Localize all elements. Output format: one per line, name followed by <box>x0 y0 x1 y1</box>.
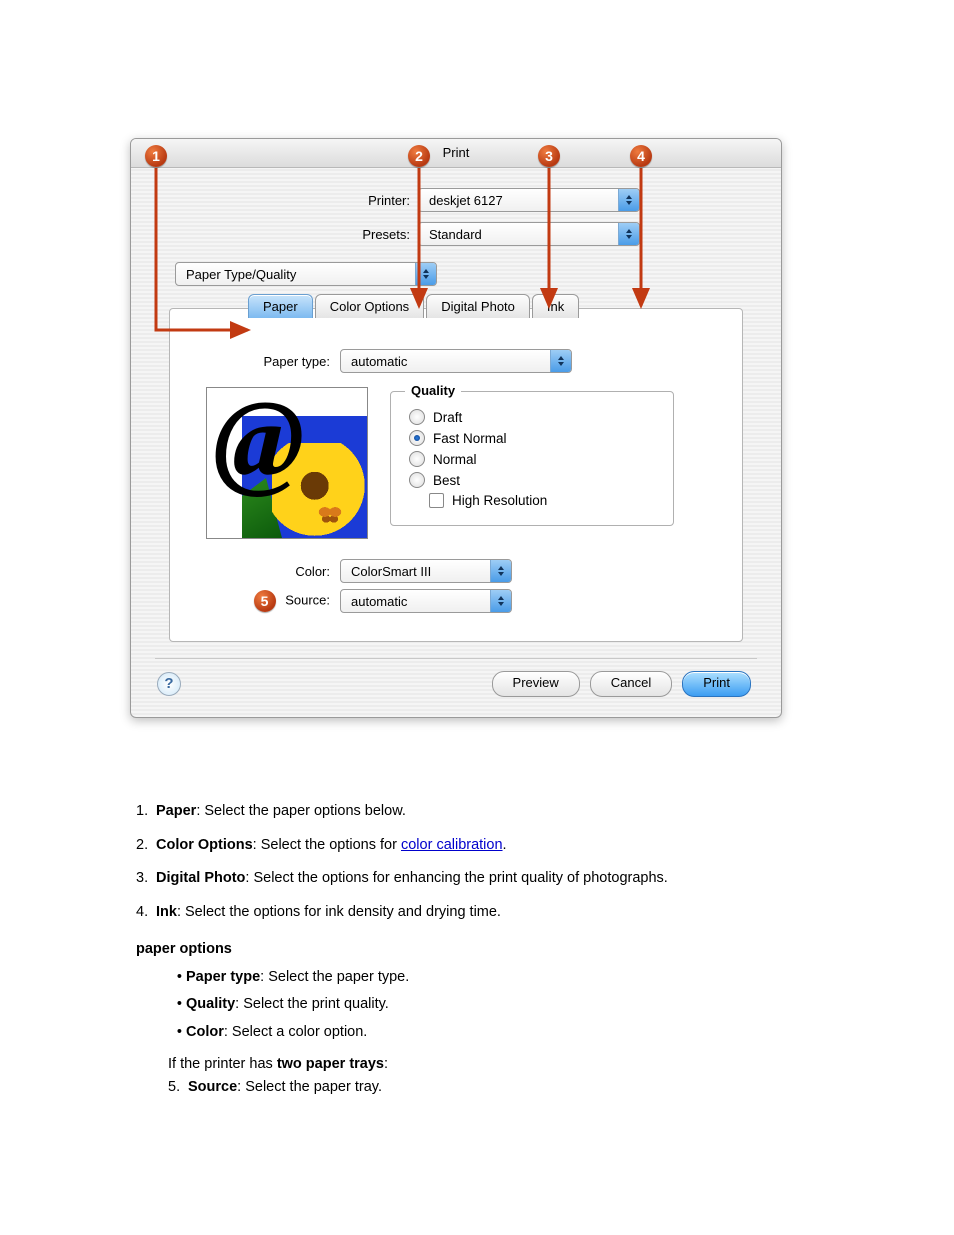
opt-bold: Paper type <box>186 969 260 985</box>
list-num: 5. <box>168 1078 188 1098</box>
stepper-arrows-icon <box>618 189 639 211</box>
callout-marker-5: 5 <box>254 590 276 612</box>
stepper-arrows-icon <box>550 350 571 372</box>
list-num: 2. <box>136 836 156 856</box>
list-text: . <box>503 837 507 853</box>
note-text: If the printer has <box>168 1056 277 1072</box>
color-mode-select[interactable]: ColorSmart III <box>340 559 512 583</box>
list-num: 1. <box>136 802 156 822</box>
paper-options-heading: paper options <box>136 940 786 960</box>
list-bold: Source <box>188 1079 237 1095</box>
quality-best[interactable]: Best <box>409 472 639 488</box>
list-bold: Color Options <box>156 837 253 853</box>
list-text: : Select the options for enhancing the p… <box>245 870 667 886</box>
explanatory-text: 1. Paper: Select the paper options below… <box>136 802 786 1098</box>
color-mode-label: Color: <box>190 564 340 579</box>
note-bold: two paper trays <box>277 1056 384 1072</box>
quality-high-res[interactable]: High Resolution <box>429 493 639 508</box>
options-panel: Paper Color Options Digital Photo Ink Pa… <box>169 308 743 642</box>
radio-icon <box>409 472 425 488</box>
quality-legend: Quality <box>405 383 461 398</box>
printer-label: Printer: <box>155 193 418 208</box>
list-item: Paper type: Select the paper type. <box>186 968 786 988</box>
quality-draft-label: Draft <box>433 410 462 425</box>
callout-marker-1: 1 <box>145 145 167 167</box>
print-dialog: Print Printer: deskjet 6127 Presets: Sta… <box>130 138 782 718</box>
list-bold: Paper <box>156 803 196 819</box>
quality-fast-normal[interactable]: Fast Normal <box>409 430 639 446</box>
callout-marker-4: 4 <box>630 145 652 167</box>
opt-text: : Select a color option. <box>224 1024 367 1040</box>
print-button[interactable]: Print <box>682 671 751 697</box>
stepper-arrows-icon <box>490 590 511 612</box>
quality-normal-label: Normal <box>433 452 477 467</box>
checkbox-icon <box>429 493 444 508</box>
callout-marker-2: 2 <box>408 145 430 167</box>
color-calibration-link[interactable]: color calibration <box>401 837 503 853</box>
quality-group: Quality Draft Fast Normal Normal <box>390 391 674 526</box>
callout-marker-3: 3 <box>538 145 560 167</box>
quality-draft[interactable]: Draft <box>409 409 639 425</box>
radio-icon <box>409 409 425 425</box>
color-mode-value: ColorSmart III <box>341 564 490 579</box>
list-text: : Select the options for ink density and… <box>177 904 501 920</box>
opt-text: : Select the paper type. <box>260 969 409 985</box>
radio-icon <box>409 430 425 446</box>
source-label-cell: 5 Source: <box>190 590 340 612</box>
at-sign-icon: @ <box>213 387 305 494</box>
separator <box>155 658 757 659</box>
paper-type-label: Paper type: <box>190 354 340 369</box>
section-value: Paper Type/Quality <box>176 267 415 282</box>
presets-value: Standard <box>419 227 618 242</box>
tab-color-options[interactable]: Color Options <box>315 294 424 318</box>
quality-highres-label: High Resolution <box>452 493 547 508</box>
list-num: 3. <box>136 869 156 889</box>
list-text: : Select the paper options below. <box>196 803 406 819</box>
paper-type-select[interactable]: automatic <box>340 349 572 373</box>
dialog-title: Print <box>131 139 781 168</box>
list-bold: Ink <box>156 904 177 920</box>
cancel-button[interactable]: Cancel <box>590 671 672 697</box>
help-button[interactable]: ? <box>157 672 181 696</box>
list-num: 4. <box>136 903 156 923</box>
opt-bold: Color <box>186 1024 224 1040</box>
section-select[interactable]: Paper Type/Quality <box>175 262 437 286</box>
note-text: : <box>384 1056 388 1072</box>
butterfly-icon <box>317 504 343 524</box>
radio-icon <box>409 451 425 467</box>
presets-label: Presets: <box>155 227 418 242</box>
stepper-arrows-icon <box>618 223 639 245</box>
paper-type-value: automatic <box>341 354 550 369</box>
opt-text: : Select the print quality. <box>235 996 389 1012</box>
source-label: Source: <box>285 592 330 607</box>
preview-thumbnail: @ <box>206 387 368 539</box>
printer-select[interactable]: deskjet 6127 <box>418 188 640 212</box>
list-bold: Digital Photo <box>156 870 245 886</box>
quality-fast-label: Fast Normal <box>433 431 507 446</box>
stepper-arrows-icon <box>415 263 436 285</box>
tab-ink[interactable]: Ink <box>532 294 579 318</box>
quality-best-label: Best <box>433 473 460 488</box>
quality-normal[interactable]: Normal <box>409 451 639 467</box>
printer-value: deskjet 6127 <box>419 193 618 208</box>
source-select[interactable]: automatic <box>340 589 512 613</box>
tab-digital-photo[interactable]: Digital Photo <box>426 294 530 318</box>
source-value: automatic <box>341 594 490 609</box>
list-item: Quality: Select the print quality. <box>186 995 786 1015</box>
list-item: Color: Select a color option. <box>186 1023 786 1043</box>
stepper-arrows-icon <box>490 560 511 582</box>
presets-select[interactable]: Standard <box>418 222 640 246</box>
preview-button[interactable]: Preview <box>492 671 580 697</box>
list-text: : Select the options for <box>253 837 401 853</box>
tab-paper[interactable]: Paper <box>248 294 313 318</box>
list-text: : Select the paper tray. <box>237 1079 382 1095</box>
opt-bold: Quality <box>186 996 235 1012</box>
